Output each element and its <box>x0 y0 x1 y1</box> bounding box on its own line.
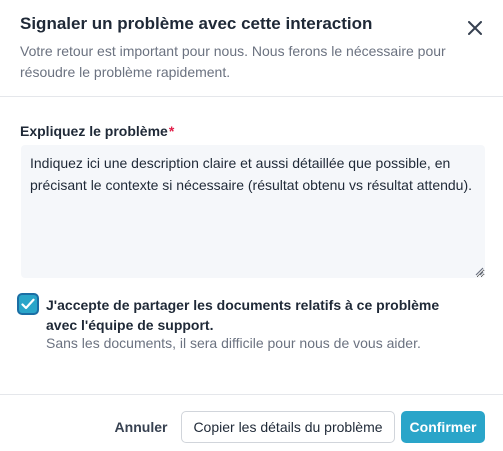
consent-checkbox[interactable] <box>17 293 39 315</box>
cancel-button[interactable]: Annuler <box>108 411 174 443</box>
consent-label[interactable]: J'accepte de partager les documents rela… <box>46 295 466 335</box>
problem-description-textarea[interactable] <box>21 145 485 278</box>
checkmark-icon <box>21 298 35 310</box>
required-marker: * <box>168 123 175 139</box>
field-label-text: Expliquez le problème <box>20 123 168 139</box>
close-button[interactable] <box>464 17 486 39</box>
field-label: Expliquez le problème* <box>20 123 174 139</box>
close-icon <box>468 21 482 35</box>
consent-hint: Sans les documents, il sera difficile po… <box>46 335 421 351</box>
dialog-header: Signaler un problème avec cette interact… <box>0 0 503 97</box>
resize-handle-icon[interactable] <box>475 267 484 276</box>
copy-details-button[interactable]: Copier les détails du problème <box>181 411 395 443</box>
dialog-title: Signaler un problème avec cette interact… <box>20 14 373 33</box>
confirm-button[interactable]: Confirmer <box>401 411 485 443</box>
dialog-subtitle: Votre retour est important pour nous. No… <box>20 43 446 80</box>
